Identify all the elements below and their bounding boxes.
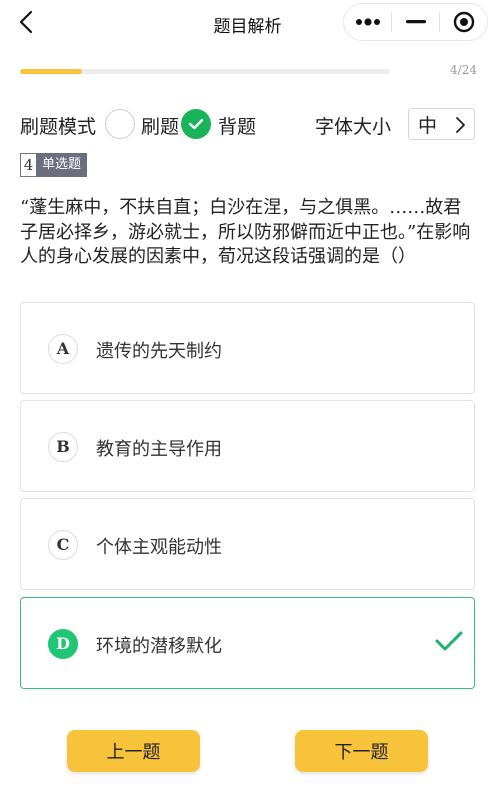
font-size-selector[interactable]: 中 [408,108,475,140]
minimize-button[interactable] [392,4,439,40]
mode-radio-practice[interactable] [105,109,135,139]
question-type: 单选题 [36,153,88,177]
option-d[interactable]: D 环境的潜移默化 [20,597,475,689]
correct-check-icon [435,631,463,651]
option-text: 遗传的先天制约 [96,341,222,362]
more-dots-icon [355,18,380,26]
option-text: 环境的潜移默化 [96,636,222,657]
prev-question-button[interactable]: 上一题 [67,730,200,772]
question-type-tag: 4 单选题 [20,153,88,177]
option-b[interactable]: B 教育的主导作用 [20,400,475,492]
option-letter: C [48,530,78,560]
mode-option-practice-label[interactable]: 刷题 [141,112,179,139]
chevron-right-icon [456,117,465,133]
option-a[interactable]: A 遗传的先天制约 [20,302,475,394]
option-text: 个体主观能动性 [96,537,222,558]
option-letter: A [48,334,78,364]
mode-option-memorize-label[interactable]: 背题 [218,112,256,139]
next-question-button[interactable]: 下一题 [295,730,428,772]
minimize-icon [405,20,426,24]
more-button[interactable] [344,4,391,40]
top-nav-bar: 题目解析 [0,0,495,44]
close-button[interactable] [440,4,487,40]
option-text: 教育的主导作用 [96,439,222,460]
progress-count: 4/24 [450,63,477,77]
option-letter: B [48,432,78,462]
mode-row: 刷题模式 刷题 背题 字体大小 中 [20,108,475,140]
progress-fill [20,69,82,74]
back-chevron-icon [19,10,33,34]
option-c[interactable]: C 个体主观能动性 [20,498,475,590]
progress-bar [20,69,390,74]
font-size-value: 中 [418,114,438,137]
check-icon [188,118,204,130]
font-size-label: 字体大小 [315,116,392,138]
mini-program-capsule [343,3,488,41]
mode-label: 刷题模式 [20,116,97,138]
mode-radio-memorize[interactable] [181,109,211,139]
question-number: 4 [20,153,36,177]
back-button[interactable] [12,8,40,36]
target-close-icon [453,11,474,33]
option-letter: D [48,629,78,659]
question-text: “蓬生麻中，不扶自直；白沙在涅，与之俱黑。……故君子居必择乡，游必就士，所以防邪… [20,197,471,267]
